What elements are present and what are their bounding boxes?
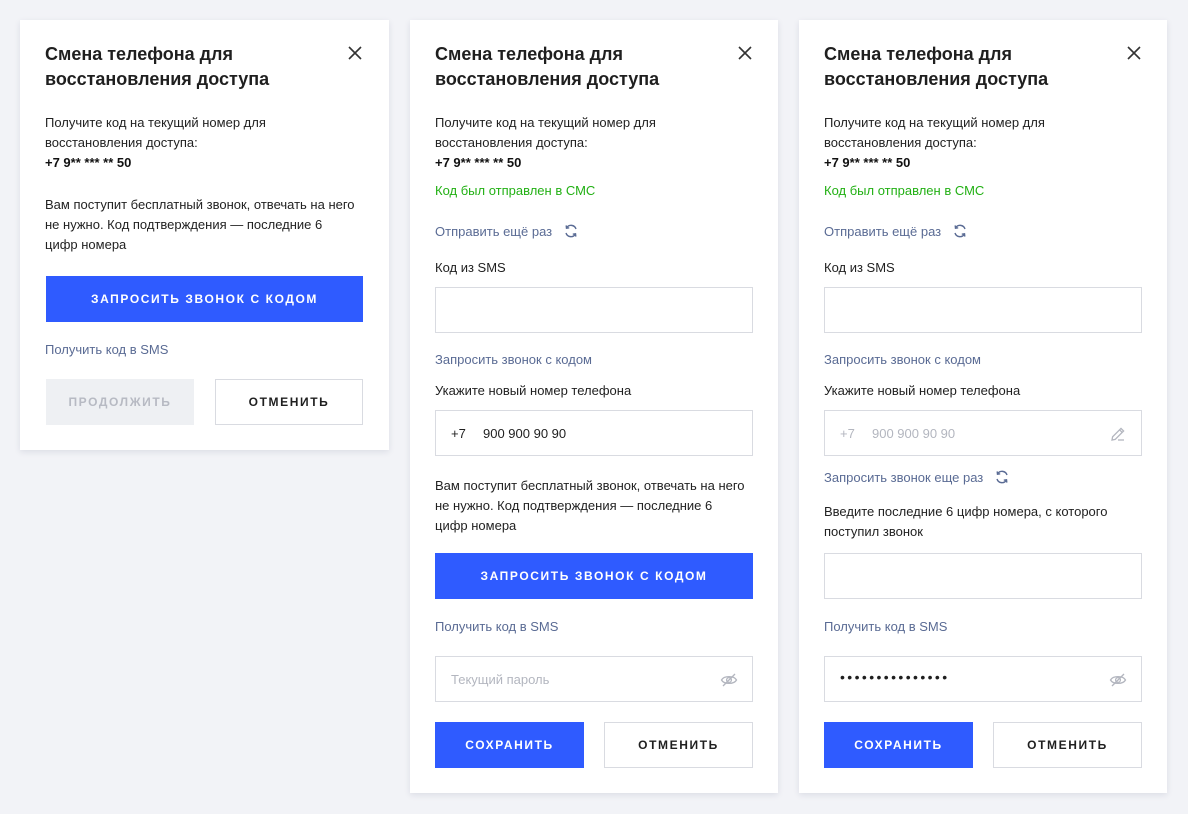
dialog-card-sms-sent: Смена телефона для восстановления доступ… <box>410 20 778 793</box>
save-button[interactable]: СОХРАНИТЬ <box>435 722 584 768</box>
new-phone-input[interactable]: +7 900 900 90 90 <box>824 410 1142 456</box>
current-password-input[interactable]: Текущий пароль <box>435 656 753 702</box>
sms-sent-status: Код был отправлен в СМС <box>824 183 985 198</box>
current-phone: +7 9** *** ** 50 <box>824 155 911 170</box>
call-info-text: Вам поступит бесплатный звонок, отвечать… <box>435 478 745 533</box>
request-call-link[interactable]: Запросить звонок с кодом <box>435 350 592 370</box>
sms-code-label: Код из SMS <box>824 260 895 275</box>
last-digits-label: Введите последние 6 цифр номера, с котор… <box>824 504 1108 539</box>
resend-link[interactable]: Отправить ещё раз <box>824 224 941 239</box>
refresh-icon[interactable] <box>563 223 579 239</box>
resend-link[interactable]: Отправить ещё раз <box>435 224 552 239</box>
request-call-link[interactable]: Запросить звонок с кодом <box>824 350 981 370</box>
new-phone-label: Укажите новый номер телефона <box>824 383 1021 398</box>
request-call-again-link[interactable]: Запросить звонок еще раз <box>824 470 983 485</box>
pencil-icon[interactable] <box>1109 425 1127 443</box>
dialog-title: Смена телефона для восстановления доступ… <box>824 44 1049 89</box>
dialog-title: Смена телефона для восстановления доступ… <box>45 44 270 89</box>
last-digits-input[interactable] <box>824 553 1142 599</box>
sms-code-input[interactable] <box>435 287 753 333</box>
phone-value: 900 900 90 90 <box>483 426 567 441</box>
eye-off-icon[interactable] <box>720 671 738 689</box>
eye-off-icon[interactable] <box>1109 671 1127 689</box>
phone-prefix: +7 <box>451 426 466 441</box>
phone-value: 900 900 90 90 <box>872 426 956 441</box>
current-phone: +7 9** *** ** 50 <box>435 155 522 170</box>
dialog-card-call-requested: Смена телефона для восстановления доступ… <box>799 20 1167 793</box>
close-icon[interactable] <box>346 44 364 62</box>
sms-code-link[interactable]: Получить код в SMS <box>45 340 168 360</box>
phone-prefix: +7 <box>840 426 855 441</box>
call-info-text: Вам поступит бесплатный звонок, отвечать… <box>45 197 355 252</box>
new-phone-input[interactable]: +7 900 900 90 90 <box>435 410 753 456</box>
continue-button[interactable]: ПРОДОЛЖИТЬ <box>46 379 194 425</box>
password-masked-value: ••••••••••••••• <box>840 669 950 685</box>
save-button[interactable]: СОХРАНИТЬ <box>824 722 973 768</box>
sms-code-link[interactable]: Получить код в SMS <box>824 617 947 637</box>
resend-link-row[interactable]: Отправить ещё раз <box>824 222 968 242</box>
current-password-input[interactable]: ••••••••••••••• <box>824 656 1142 702</box>
dialog-card-initial: Смена телефона для восстановления доступ… <box>20 20 389 450</box>
intro-text: Получите код на текущий номер для восста… <box>824 115 1045 150</box>
dialog-title: Смена телефона для восстановления доступ… <box>435 44 660 89</box>
close-icon[interactable] <box>1125 44 1143 62</box>
request-call-button[interactable]: ЗАПРОСИТЬ ЗВОНОК С КОДОМ <box>46 276 363 322</box>
new-phone-label: Укажите новый номер телефона <box>435 383 632 398</box>
intro-text: Получите код на текущий номер для восста… <box>45 115 266 150</box>
sms-sent-status: Код был отправлен в СМС <box>435 183 596 198</box>
cancel-button[interactable]: ОТМЕНИТЬ <box>604 722 753 768</box>
current-phone: +7 9** *** ** 50 <box>45 155 132 170</box>
request-again-row[interactable]: Запросить звонок еще раз <box>824 468 1010 488</box>
intro-text: Получите код на текущий номер для восста… <box>435 115 656 150</box>
resend-link-row[interactable]: Отправить ещё раз <box>435 222 579 242</box>
refresh-icon[interactable] <box>994 469 1010 485</box>
close-icon[interactable] <box>736 44 754 62</box>
sms-code-label: Код из SMS <box>435 260 506 275</box>
request-call-button[interactable]: ЗАПРОСИТЬ ЗВОНОК С КОДОМ <box>435 553 753 599</box>
password-placeholder: Текущий пароль <box>451 672 550 687</box>
sms-code-input[interactable] <box>824 287 1142 333</box>
cancel-button[interactable]: ОТМЕНИТЬ <box>993 722 1142 768</box>
cancel-button[interactable]: ОТМЕНИТЬ <box>215 379 363 425</box>
sms-code-link[interactable]: Получить код в SMS <box>435 617 558 637</box>
refresh-icon[interactable] <box>952 223 968 239</box>
